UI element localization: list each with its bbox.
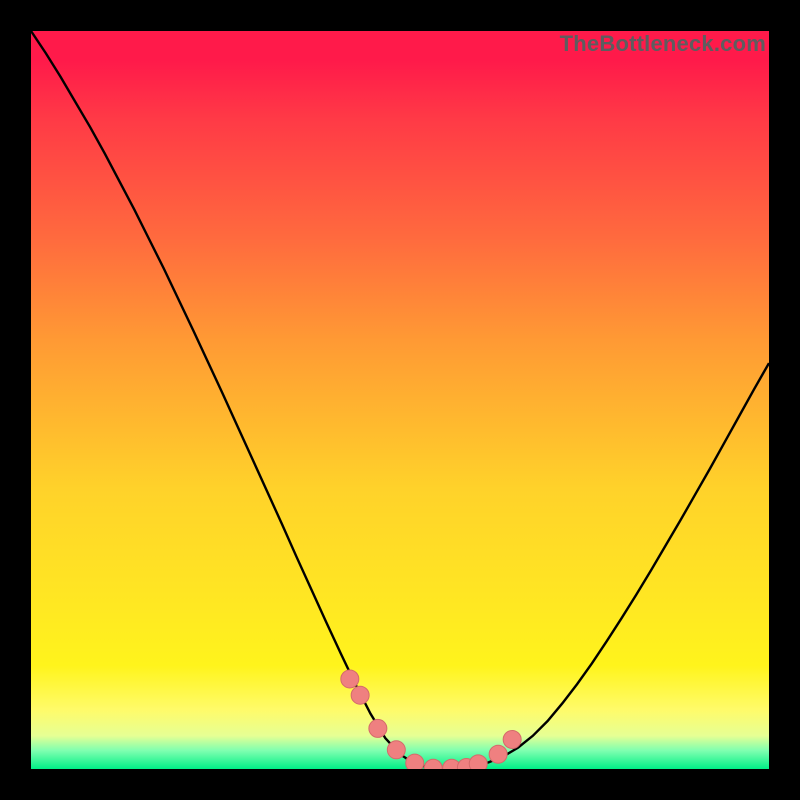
curve-marker [503,730,521,748]
marker-group [341,670,521,769]
bottleneck-curve [31,31,769,769]
curve-marker [406,754,424,769]
curve-marker [341,670,359,688]
curve-marker [351,686,369,704]
curve-marker [369,719,387,737]
curve-marker [424,759,442,769]
curve-layer [31,31,769,769]
curve-marker [387,741,405,759]
watermark-text: TheBottleneck.com [560,31,766,57]
plot-area [31,31,769,769]
curve-marker [489,745,507,763]
curve-marker [469,755,487,769]
chart-frame: TheBottleneck.com [0,0,800,800]
